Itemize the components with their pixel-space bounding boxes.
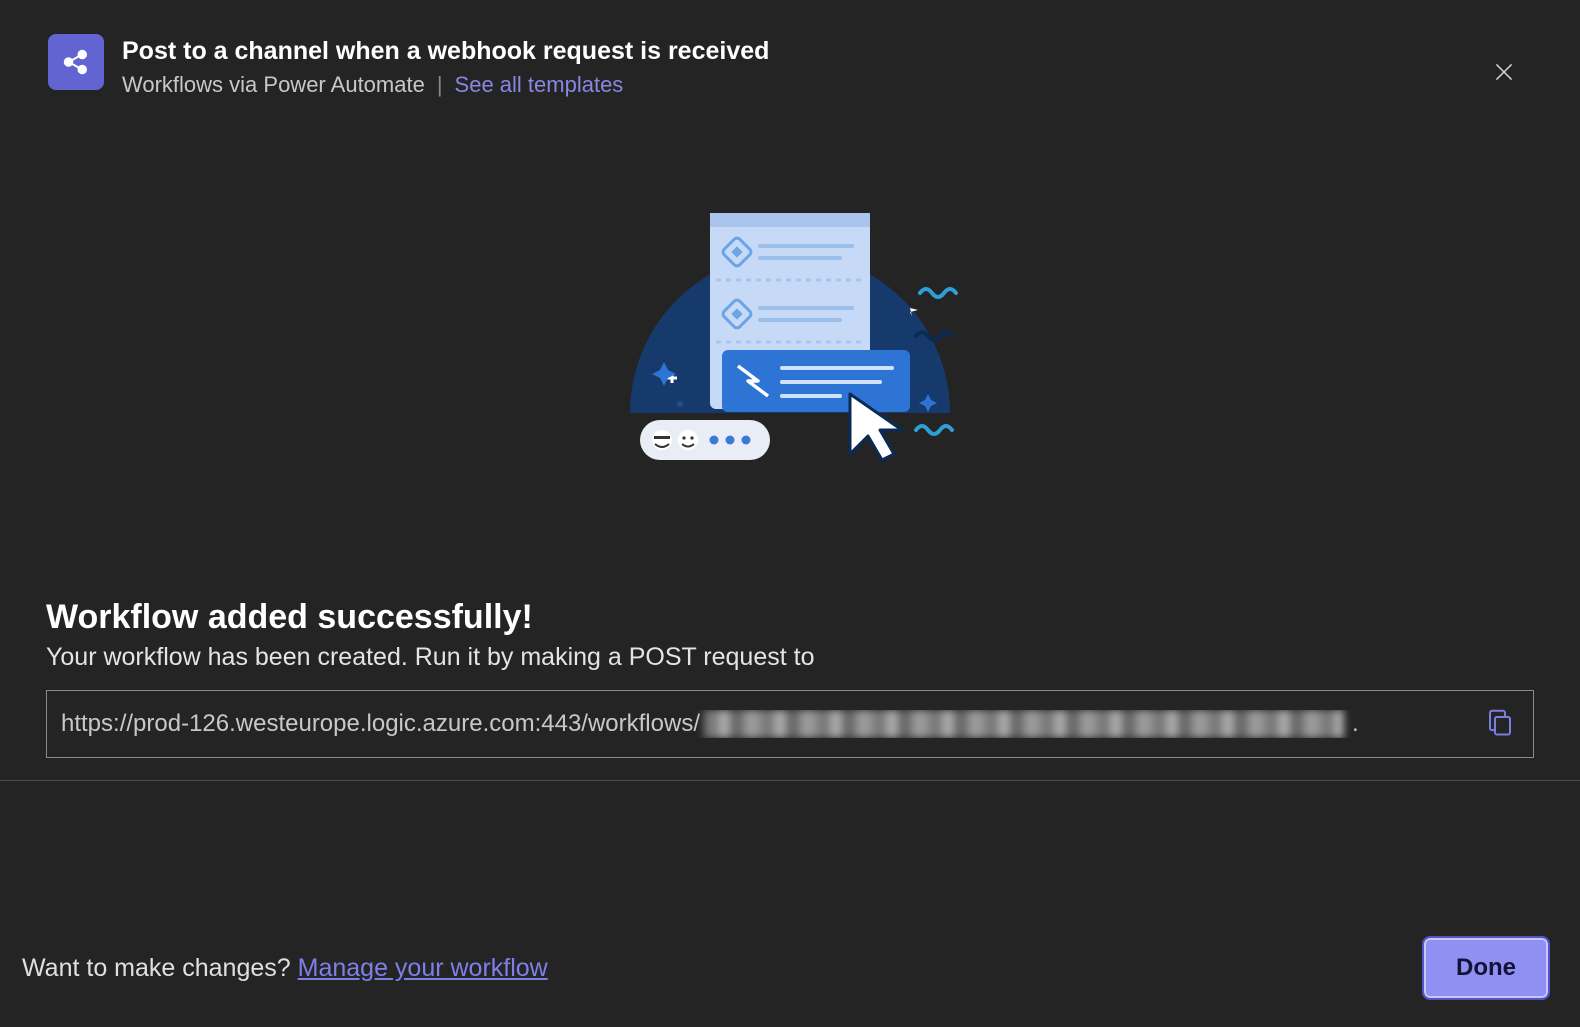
share-icon (61, 47, 91, 77)
header-text-block: Post to a channel when a webhook request… (122, 34, 1532, 98)
success-description: Your workflow has been created. Run it b… (46, 643, 1534, 672)
see-all-templates-link[interactable]: See all templates (455, 72, 624, 98)
content-block: Workflow added successfully! Your workfl… (46, 598, 1534, 758)
done-button[interactable]: Done (1424, 938, 1548, 998)
webhook-url-redacted (704, 710, 1344, 738)
illustration-container (0, 198, 1580, 498)
webhook-url-text: https://prod-126.westeurope.logic.azure.… (61, 710, 1475, 738)
changes-prompt: Want to make changes? (22, 954, 298, 982)
dialog-title: Post to a channel when a webhook request… (122, 35, 1532, 68)
manage-workflow-link[interactable]: Manage your workflow (298, 954, 548, 982)
dialog-header: Post to a channel when a webhook request… (0, 0, 1580, 98)
dialog-subtitle: Workflows via Power Automate (122, 72, 425, 98)
dialog-footer: Want to make changes? Manage your workfl… (0, 909, 1580, 1027)
close-button[interactable] (1484, 52, 1524, 92)
subtitle-divider: | (437, 72, 443, 98)
footer-separator (0, 780, 1580, 781)
close-icon (1491, 59, 1517, 85)
webhook-url-visible: https://prod-126.westeurope.logic.azure.… (61, 710, 700, 738)
illustration-svg (580, 198, 1000, 498)
copy-url-button[interactable] (1485, 707, 1519, 741)
footer-text: Want to make changes? Manage your workfl… (22, 954, 548, 983)
url-ellipsis: . (1344, 710, 1367, 738)
workflow-app-icon (48, 34, 104, 90)
workflow-illustration (580, 198, 1000, 498)
success-heading: Workflow added successfully! (46, 598, 1534, 637)
copy-icon (1485, 707, 1515, 737)
webhook-url-field[interactable]: https://prod-126.westeurope.logic.azure.… (46, 690, 1534, 758)
